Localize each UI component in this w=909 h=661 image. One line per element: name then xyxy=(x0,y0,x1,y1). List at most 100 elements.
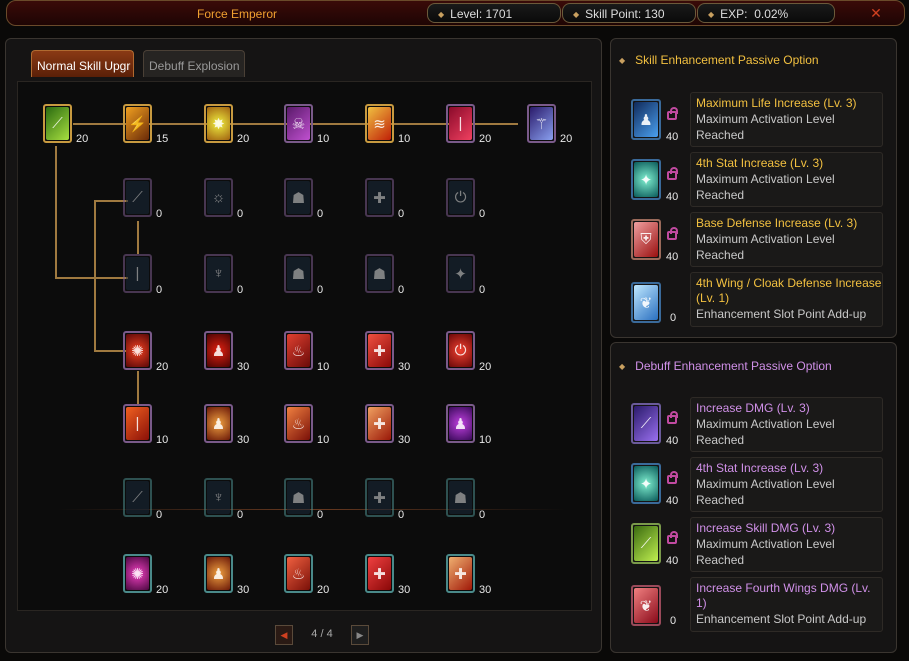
pagination: ◀ 4 / 4 ▶ xyxy=(275,625,369,645)
skill-slot[interactable]: ♨ xyxy=(284,404,313,443)
skill-slot[interactable]: ✺ xyxy=(123,554,152,593)
skill-level: 20 xyxy=(479,133,492,145)
character-class-title: Force Emperor xyxy=(197,7,278,21)
option-card[interactable]: Increase Skill DMG (Lv. 3) Maximum Activ… xyxy=(690,517,883,572)
skill-level: 0 xyxy=(156,509,163,521)
lock-icon xyxy=(667,531,678,544)
skill-slot-locked[interactable]: ♆ xyxy=(204,478,233,517)
skill-level: 0 xyxy=(479,284,486,296)
skill-slot[interactable]: ⚡ xyxy=(123,104,152,143)
skill-level: 0 xyxy=(237,208,244,220)
skill-level: 20 xyxy=(156,361,169,373)
skill-level: 20 xyxy=(237,133,250,145)
skill-level: 0 xyxy=(317,208,324,220)
skill-slot[interactable]: ♨ xyxy=(284,554,313,593)
option-level: 40 xyxy=(666,131,679,143)
skill-level: 30 xyxy=(479,584,492,596)
skill-point-text: Skill Point: 130 xyxy=(585,7,665,21)
skill-slot[interactable]: ✺ xyxy=(123,331,152,370)
option-card[interactable]: Maximum Life Increase (Lv. 3) Maximum Ac… xyxy=(690,92,883,147)
diamond-icon: ◆ xyxy=(708,10,715,19)
option-card[interactable]: Increase DMG (Lv. 3) Maximum Activation … xyxy=(690,397,883,452)
option-card[interactable]: Increase Fourth Wings DMG (Lv. 1) Enhanc… xyxy=(690,577,883,632)
sword-icon[interactable]: ⟋ xyxy=(631,403,661,444)
skill-grid: ⟋ 20 ⚡ 15 ✸ 20 ☠ 10 ≋ 10 | 20 ⚚ 20 ⟋ 0 ☼… xyxy=(17,81,592,611)
lock-icon xyxy=(667,227,678,240)
skill-slot-locked[interactable]: ⏻ xyxy=(446,178,475,217)
skill-slot-locked[interactable]: ☗ xyxy=(284,478,313,517)
skill-dmg-icon[interactable]: ⟋ xyxy=(631,523,661,564)
option-level: 40 xyxy=(666,555,679,567)
skill-level: 30 xyxy=(398,434,411,446)
skill-slot-locked[interactable]: ☗ xyxy=(284,254,313,293)
option-level: 0 xyxy=(670,615,677,627)
skill-slot[interactable]: | xyxy=(123,404,152,443)
life-icon[interactable]: ♟ xyxy=(631,99,661,140)
skill-level: 30 xyxy=(237,361,250,373)
option-card[interactable]: Base Defense Increase (Lv. 3) Maximum Ac… xyxy=(690,212,883,267)
skill-level: 20 xyxy=(560,133,573,145)
skill-slot[interactable]: ♟ xyxy=(204,331,233,370)
skill-slot[interactable]: ⟋ xyxy=(43,104,72,143)
option-level: 40 xyxy=(666,251,679,263)
skill-slot-locked[interactable]: ⟋ xyxy=(123,478,152,517)
close-button[interactable]: ✕ xyxy=(861,4,891,23)
option-title: 4th Stat Increase (Lv. 3) xyxy=(696,156,824,170)
skill-slot-locked[interactable]: ♆ xyxy=(204,254,233,293)
option-card[interactable]: 4th Wing / Cloak Defense Increase (Lv. 1… xyxy=(690,272,883,327)
skill-slot[interactable]: ☠ xyxy=(284,104,313,143)
diamond-icon: ◆ xyxy=(619,362,626,371)
skill-slot-locked[interactable]: ☗ xyxy=(365,254,394,293)
skill-slot[interactable]: ✚ xyxy=(446,554,475,593)
skill-slot[interactable]: ⏻ xyxy=(446,331,475,370)
skill-slot-locked[interactable]: | xyxy=(123,254,152,293)
skill-level: 0 xyxy=(237,509,244,521)
exp-label: EXP: xyxy=(720,7,748,21)
stat-icon[interactable]: ✦ xyxy=(631,159,661,200)
skill-slot-locked[interactable]: ☗ xyxy=(284,178,313,217)
skill-slot-locked[interactable]: ✦ xyxy=(446,254,475,293)
prev-page-button[interactable]: ◀ xyxy=(275,625,293,645)
skill-level: 0 xyxy=(398,509,405,521)
shield-icon[interactable]: ⛨ xyxy=(631,219,661,260)
option-title: Maximum Life Increase (Lv. 3) xyxy=(696,96,857,110)
lock-icon xyxy=(667,167,678,180)
skill-slot[interactable]: ♟ xyxy=(204,554,233,593)
skill-slot-locked[interactable]: ✚ xyxy=(365,478,394,517)
skill-level: 30 xyxy=(398,584,411,596)
skill-slot[interactable]: ≋ xyxy=(365,104,394,143)
skill-level: 0 xyxy=(479,208,486,220)
skill-slot[interactable]: ✚ xyxy=(365,404,394,443)
option-desc: Maximum Activation Level Reached xyxy=(696,417,835,447)
skill-level: 20 xyxy=(479,361,492,373)
skill-slot[interactable]: ✚ xyxy=(365,331,394,370)
option-title: Increase DMG (Lv. 3) xyxy=(696,401,810,415)
wing-icon[interactable]: ❦ xyxy=(631,282,661,323)
next-page-button[interactable]: ▶ xyxy=(351,625,369,645)
skill-slot-locked[interactable]: ☗ xyxy=(446,478,475,517)
close-icon: ✕ xyxy=(870,5,882,21)
option-desc: Enhancement Slot Point Add-up xyxy=(696,612,867,626)
skill-level: 15 xyxy=(156,133,169,145)
skill-slot[interactable]: ⚚ xyxy=(527,104,556,143)
skill-slot[interactable]: ✚ xyxy=(365,554,394,593)
skill-level: 0 xyxy=(317,509,324,521)
skill-slot[interactable]: ✸ xyxy=(204,104,233,143)
option-card[interactable]: 4th Stat Increase (Lv. 3) Maximum Activa… xyxy=(690,457,883,512)
skill-slot[interactable]: ♟ xyxy=(204,404,233,443)
stat-icon[interactable]: ✦ xyxy=(631,463,661,504)
skill-slot[interactable]: | xyxy=(446,104,475,143)
red-wing-icon[interactable]: ❦ xyxy=(631,585,661,626)
skill-slot-locked[interactable]: ☼ xyxy=(204,178,233,217)
tab-normal-skill-upgrade[interactable]: Normal Skill Upgr xyxy=(31,50,134,77)
skill-slot[interactable]: ♟ xyxy=(446,404,475,443)
skill-slot[interactable]: ♨ xyxy=(284,331,313,370)
lock-icon xyxy=(667,471,678,484)
option-card[interactable]: 4th Stat Increase (Lv. 3) Maximum Activa… xyxy=(690,152,883,207)
skill-level: 0 xyxy=(237,284,244,296)
skill-slot-locked[interactable]: ⟋ xyxy=(123,178,152,217)
heading-text: Skill Enhancement Passive Option xyxy=(635,53,819,67)
tab-debuff-explosion[interactable]: Debuff Explosion xyxy=(143,50,245,77)
skill-tree-panel: Normal Skill Upgr Debuff Explosion ⟋ 20 … xyxy=(5,38,602,653)
skill-slot-locked[interactable]: ✚ xyxy=(365,178,394,217)
